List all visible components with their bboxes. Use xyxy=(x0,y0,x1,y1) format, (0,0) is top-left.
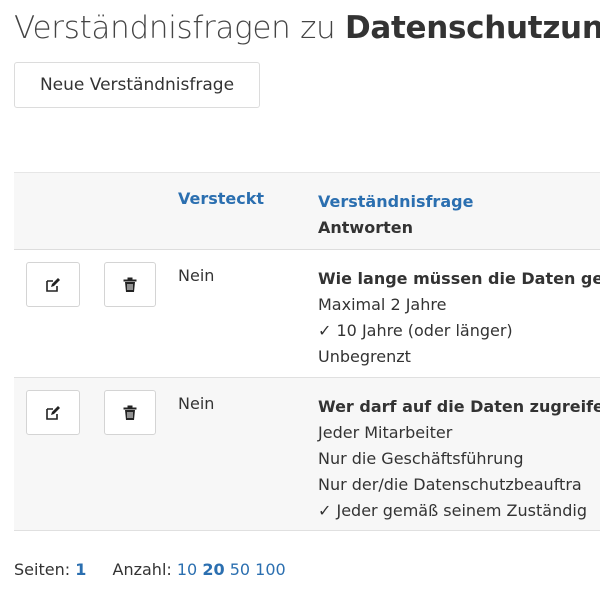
question-cell: Wie lange müssen die Daten ge Maximal 2 … xyxy=(318,266,600,370)
answer-item: Nur der/die Datenschutzbeauftra xyxy=(318,475,582,494)
question-cell: Wer darf auf die Daten zugreife Jeder Mi… xyxy=(318,394,600,524)
page-size-50[interactable]: 50 xyxy=(230,560,250,579)
question-text: Wie lange müssen die Daten ge xyxy=(318,269,600,288)
column-header-answers: Antworten xyxy=(318,218,413,237)
answer-item: Nur die Geschäftsführung xyxy=(318,449,524,468)
page-size-20[interactable]: 20 xyxy=(202,560,224,579)
column-header-question-link[interactable]: Verständnisfrage xyxy=(318,189,473,215)
pagination: Seiten: 1 Anzahl: 10 20 50 100 xyxy=(14,560,286,579)
table-row: Nein Wie lange müssen die Daten ge Maxim… xyxy=(14,250,600,378)
hidden-value: Nein xyxy=(178,394,215,413)
question-text: Wer darf auf die Daten zugreife xyxy=(318,397,600,416)
delete-button[interactable] xyxy=(104,262,156,307)
pages-label: Seiten: xyxy=(14,560,71,579)
page-title: Verständnisfragen zu Datenschutzunt xyxy=(14,10,600,46)
page-title-prefix: Verständnisfragen zu xyxy=(14,10,345,46)
page-size-100[interactable]: 100 xyxy=(255,560,286,579)
table-header: Versteckt Verständnisfrage Antworten xyxy=(14,172,600,250)
trash-icon xyxy=(123,277,137,292)
new-question-button[interactable]: Neue Verständnisfrage xyxy=(14,62,260,108)
column-header-question: Verständnisfrage Antworten xyxy=(318,189,473,241)
page-size-label: Anzahl: xyxy=(112,560,172,579)
answer-item-correct: ✓ Jeder gemäß seinem Zuständig xyxy=(318,501,587,520)
column-header-hidden[interactable]: Versteckt xyxy=(178,189,264,208)
answer-item-correct: ✓ 10 Jahre (oder länger) xyxy=(318,321,513,340)
page-size-10[interactable]: 10 xyxy=(177,560,197,579)
trash-icon xyxy=(123,405,137,420)
answer-item: Jeder Mitarbeiter xyxy=(318,423,453,442)
edit-icon xyxy=(46,277,60,292)
questions-table: Versteckt Verständnisfrage Antworten Nei… xyxy=(14,172,600,531)
page-title-bold: Datenschutzunt xyxy=(344,10,600,46)
hidden-value: Nein xyxy=(178,266,215,285)
edit-button[interactable] xyxy=(26,390,80,435)
current-page[interactable]: 1 xyxy=(75,560,86,579)
answer-item: Maximal 2 Jahre xyxy=(318,295,447,314)
table-row: Nein Wer darf auf die Daten zugreife Jed… xyxy=(14,378,600,531)
delete-button[interactable] xyxy=(104,390,156,435)
edit-button[interactable] xyxy=(26,262,80,307)
answer-item: Unbegrenzt xyxy=(318,347,411,366)
edit-icon xyxy=(46,405,60,420)
